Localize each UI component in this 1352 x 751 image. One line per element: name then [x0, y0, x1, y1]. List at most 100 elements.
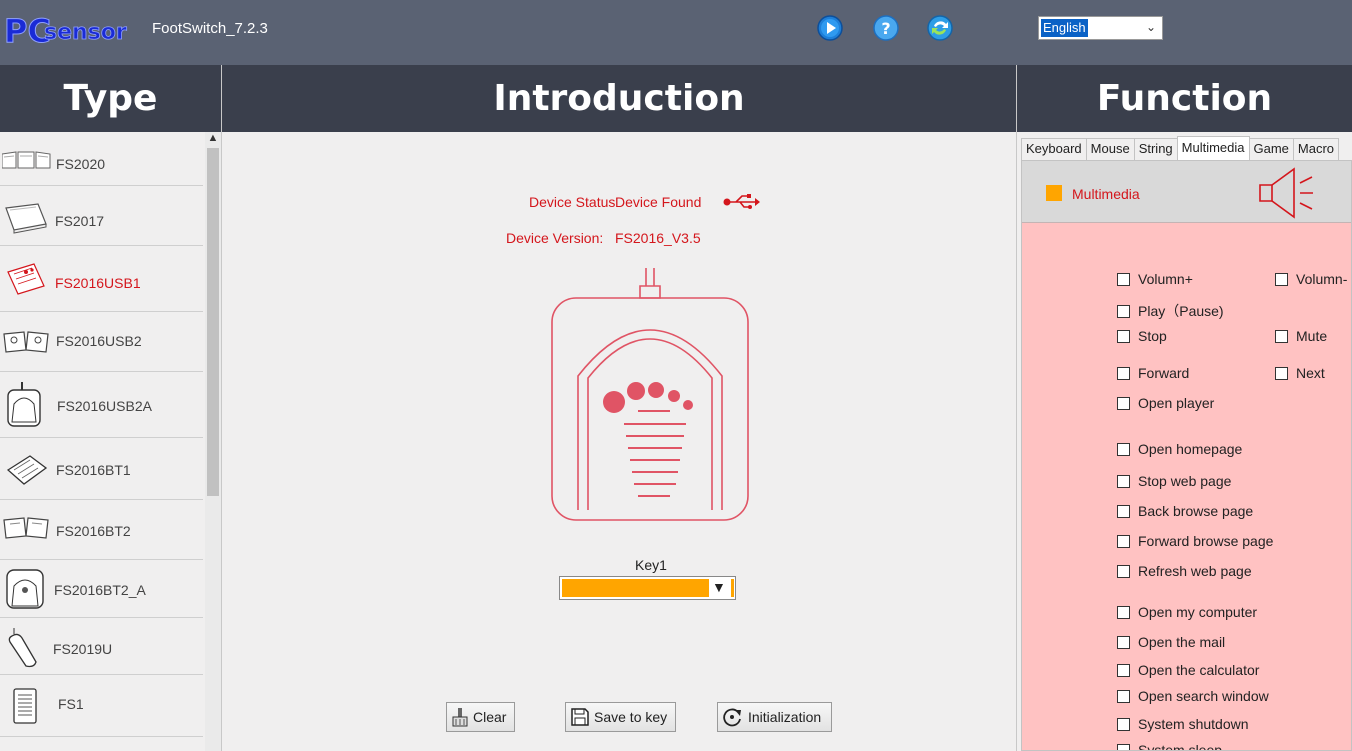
- scroll-up-icon[interactable]: ▲: [205, 132, 221, 146]
- option-open-the-calculator[interactable]: Open the calculator: [1117, 662, 1259, 678]
- type-item-fs2016usb2a[interactable]: FS2016USB2A: [0, 372, 203, 438]
- checkbox[interactable]: [1117, 717, 1130, 731]
- multimedia-options-panel: Multimedia Volumn+ Play（Pause) Stop Forw…: [1021, 160, 1352, 751]
- option-label: System sleep: [1138, 742, 1223, 751]
- option-label: Forward browse page: [1138, 533, 1274, 549]
- key-select-indicator: [731, 579, 734, 597]
- type-header: Type: [0, 65, 221, 132]
- type-item-fs2017[interactable]: FS2017: [0, 186, 203, 246]
- option-open-the-mail[interactable]: Open the mail: [1117, 634, 1225, 650]
- usb-icon: [723, 194, 760, 209]
- language-selected: English: [1041, 19, 1088, 37]
- option-system-sleep[interactable]: System sleep: [1117, 742, 1223, 751]
- checkbox[interactable]: [1117, 635, 1130, 649]
- checkbox[interactable]: [1117, 396, 1130, 410]
- option-label: System shutdown: [1138, 716, 1249, 732]
- checkbox[interactable]: [1117, 304, 1130, 318]
- function-tabs: Keyboard Mouse String Multimedia Game Ma…: [1021, 136, 1340, 160]
- device-status-value: Device Found: [615, 194, 702, 210]
- checkbox[interactable]: [1117, 504, 1130, 518]
- reset-icon: [723, 708, 741, 727]
- option-stop[interactable]: Stop: [1117, 328, 1167, 344]
- option-back-browse-page[interactable]: Back browse page: [1117, 503, 1253, 519]
- svg-text:sensor: sensor: [44, 20, 127, 45]
- option-volume-up[interactable]: Volumn+: [1117, 271, 1193, 287]
- option-open-my-computer[interactable]: Open my computer: [1117, 604, 1257, 620]
- option-forward-browse-page[interactable]: Forward browse page: [1117, 533, 1273, 549]
- option-label: Open my computer: [1138, 604, 1258, 620]
- tab-game[interactable]: Game: [1248, 138, 1294, 160]
- fs2016bt1-device-icon: [6, 455, 48, 485]
- option-mute[interactable]: Mute: [1275, 328, 1327, 344]
- option-label: Stop web page: [1138, 473, 1232, 489]
- option-open-homepage[interactable]: Open homepage: [1117, 441, 1242, 457]
- clear-button[interactable]: Clear: [446, 702, 516, 732]
- scroll-thumb[interactable]: [207, 148, 219, 496]
- option-label: Mute: [1296, 328, 1328, 344]
- option-refresh-web-page[interactable]: Refresh web page: [1117, 563, 1252, 579]
- key-label: Key1: [635, 557, 667, 573]
- fs2016usb2a-device-icon: [7, 382, 41, 427]
- type-item-fs2016usb2[interactable]: FS2016USB2: [0, 312, 203, 372]
- type-item-fs1[interactable]: FS1: [0, 675, 203, 737]
- type-item-fs2016bt1[interactable]: FS2016BT1: [0, 438, 203, 500]
- tab-macro[interactable]: Macro: [1292, 138, 1340, 160]
- tab-multimedia[interactable]: Multimedia: [1176, 136, 1250, 160]
- option-next[interactable]: Next: [1275, 365, 1325, 381]
- tab-keyboard[interactable]: Keyboard: [1021, 138, 1087, 160]
- initialization-button[interactable]: Initialization: [717, 702, 833, 732]
- type-item-label: FS2016BT2_A: [54, 582, 146, 598]
- language-select[interactable]: English ⌄: [1038, 16, 1163, 40]
- type-item-fs2016usb1[interactable]: FS2016USB1: [0, 246, 203, 312]
- fs2016bt2a-device-icon: [6, 569, 44, 609]
- introduction-panel: Device Status Device Found Device Versio…: [222, 132, 1016, 751]
- checkbox[interactable]: [1117, 366, 1130, 380]
- type-item-fs2016bt2a[interactable]: FS2016BT2_A: [0, 560, 203, 618]
- type-item-fs2019u[interactable]: FS2019U: [0, 618, 203, 675]
- option-label: Forward: [1138, 365, 1190, 381]
- key-select-value: [562, 579, 709, 597]
- checkbox[interactable]: [1117, 689, 1130, 703]
- option-forward[interactable]: Forward: [1117, 365, 1189, 381]
- tab-string[interactable]: String: [1133, 138, 1178, 160]
- refresh-icon[interactable]: [926, 14, 954, 42]
- pcsensor-logo: PC sensor: [4, 12, 127, 48]
- save-to-key-button[interactable]: Save to key: [565, 702, 677, 732]
- checkbox[interactable]: [1117, 329, 1130, 343]
- checkbox[interactable]: [1117, 272, 1130, 286]
- checkbox[interactable]: [1117, 743, 1130, 750]
- option-play-pause[interactable]: Play（Pause): [1117, 301, 1224, 321]
- checkbox[interactable]: [1117, 474, 1130, 488]
- key-select[interactable]: ▼: [559, 576, 736, 600]
- option-stop-web-page[interactable]: Stop web page: [1117, 473, 1231, 489]
- type-list: FS2020 FS2017 FS2016USB1 FS2016USB2 FS20…: [0, 132, 221, 751]
- checkbox[interactable]: [1117, 663, 1130, 677]
- type-item-fs2020[interactable]: FS2020: [0, 132, 203, 186]
- speaker-icon: [1259, 167, 1313, 219]
- type-list-scrollbar[interactable]: ▲: [205, 132, 221, 751]
- type-item-label: FS2016USB1: [55, 275, 141, 291]
- option-label: Open search window: [1138, 688, 1269, 704]
- option-label: Open the calculator: [1138, 662, 1260, 678]
- option-label: Next: [1296, 365, 1325, 381]
- checkbox[interactable]: [1275, 366, 1288, 380]
- option-label: Open the mail: [1138, 634, 1226, 650]
- svg-text:?: ?: [881, 19, 890, 38]
- checkbox[interactable]: [1117, 564, 1130, 578]
- option-label: Refresh web page: [1138, 563, 1252, 579]
- checkbox[interactable]: [1275, 329, 1288, 343]
- tab-mouse[interactable]: Mouse: [1085, 138, 1135, 160]
- option-system-shutdown[interactable]: System shutdown: [1117, 716, 1249, 732]
- checkbox[interactable]: [1117, 605, 1130, 619]
- option-volume-down[interactable]: Volumn-: [1275, 271, 1347, 287]
- function-panel: Keyboard Mouse String Multimedia Game Ma…: [1017, 132, 1352, 751]
- option-open-player[interactable]: Open player: [1117, 395, 1214, 411]
- help-icon[interactable]: ?: [872, 14, 900, 42]
- play-icon[interactable]: [816, 14, 844, 42]
- device-version-label: Device Version:: [506, 230, 604, 246]
- checkbox[interactable]: [1275, 272, 1288, 286]
- option-open-search-window[interactable]: Open search window: [1117, 688, 1269, 704]
- checkbox[interactable]: [1117, 442, 1130, 456]
- checkbox[interactable]: [1117, 534, 1130, 548]
- type-item-fs2016bt2[interactable]: FS2016BT2: [0, 500, 203, 560]
